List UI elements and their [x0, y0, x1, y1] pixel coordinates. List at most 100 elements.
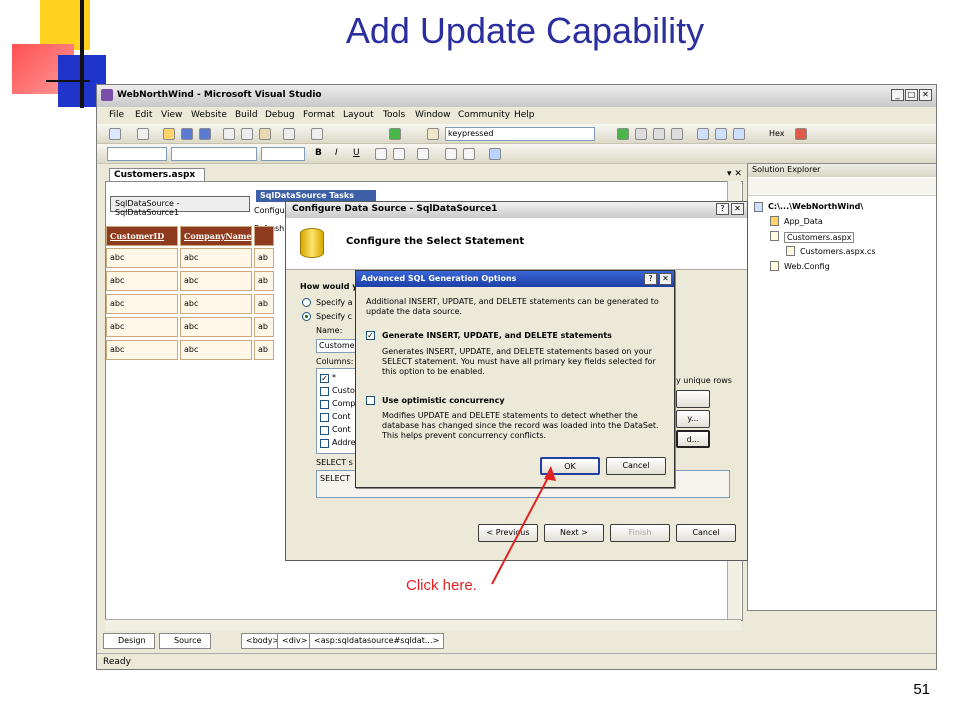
- previous-button[interactable]: < Previous: [478, 524, 538, 542]
- menu-debug[interactable]: Debug: [265, 110, 295, 120]
- page-number: 51: [913, 681, 930, 698]
- order-by-button[interactable]: y...: [676, 410, 710, 428]
- adv-cancel-button[interactable]: Cancel: [606, 457, 666, 475]
- bold-button[interactable]: B: [315, 148, 322, 158]
- column-checkbox[interactable]: [320, 387, 329, 396]
- where-button[interactable]: [676, 390, 710, 408]
- cancel-button[interactable]: Cancel: [676, 524, 736, 542]
- adv-help-button[interactable]: ?: [644, 273, 657, 285]
- generate-statements-checkbox[interactable]: ✓: [366, 331, 375, 340]
- generate-statements-label: Generate INSERT, UPDATE, and DELETE stat…: [382, 331, 612, 340]
- add-item-icon[interactable]: [137, 128, 149, 140]
- sqldatasource-control[interactable]: SqlDataSource - SqlDataSource1: [110, 196, 250, 217]
- menu-build[interactable]: Build: [235, 110, 258, 120]
- column-checkbox[interactable]: [320, 439, 329, 448]
- step-out-icon[interactable]: [733, 128, 745, 140]
- optimistic-concurrency-checkbox[interactable]: [366, 396, 375, 405]
- menu-view[interactable]: View: [161, 110, 182, 120]
- solution-root[interactable]: C:\...\WebNorthWind\: [768, 202, 863, 211]
- save-icon[interactable]: [181, 128, 193, 140]
- tab-source[interactable]: Source: [159, 633, 211, 649]
- step-into-icon[interactable]: [697, 128, 709, 140]
- breakpoint-icon[interactable]: [795, 128, 807, 140]
- cfg-close-button[interactable]: ✕: [731, 203, 744, 215]
- maximize-button[interactable]: □: [905, 89, 918, 101]
- tab-design[interactable]: Design: [103, 633, 155, 649]
- start-debug-icon[interactable]: [389, 128, 401, 140]
- menu-website[interactable]: Website: [191, 110, 227, 120]
- breadcrumb-sqldatasource[interactable]: <asp:sqldatasource#sqldat...>: [309, 633, 445, 649]
- select-statement-text: SELECT: [320, 474, 351, 483]
- cut-icon[interactable]: [223, 128, 235, 140]
- solution-explorer-panel: Solution Explorer C:\...\WebNorthWind\ A…: [747, 163, 936, 611]
- find-icon[interactable]: [427, 128, 439, 140]
- advanced-button[interactable]: d...: [676, 430, 710, 448]
- find-combo[interactable]: keypressed: [445, 127, 595, 141]
- grid-cell: abc: [180, 248, 252, 268]
- stop-icon[interactable]: [653, 128, 665, 140]
- undo-icon[interactable]: [283, 128, 295, 140]
- copy-icon[interactable]: [241, 128, 253, 140]
- menu-format[interactable]: Format: [303, 110, 335, 120]
- pause-icon[interactable]: [635, 128, 647, 140]
- restart-icon[interactable]: [671, 128, 683, 140]
- column-checkbox[interactable]: [320, 413, 329, 422]
- bullets-icon[interactable]: [445, 148, 457, 160]
- radio-specify-c-label: Specify c: [316, 312, 353, 321]
- close-doc-icon[interactable]: ▾ ✕: [727, 169, 742, 179]
- grid-cell: ab: [254, 340, 274, 360]
- finish-button[interactable]: Finish: [610, 524, 670, 542]
- cfg-help-button[interactable]: ?: [716, 203, 729, 215]
- next-button[interactable]: Next >: [544, 524, 604, 542]
- radio-specify-a[interactable]: [302, 298, 311, 307]
- slide-title: Add Update Capability: [345, 10, 705, 51]
- hex-toggle[interactable]: Hex: [769, 129, 785, 138]
- align-icon[interactable]: [417, 148, 429, 160]
- solution-item-app-data[interactable]: App_Data: [784, 217, 823, 226]
- highlight-icon[interactable]: [393, 148, 405, 160]
- column-checkbox[interactable]: [320, 426, 329, 435]
- column-checkbox[interactable]: ✓: [320, 374, 329, 383]
- radio-specify-c[interactable]: [302, 312, 311, 321]
- font-color-icon[interactable]: [375, 148, 387, 160]
- solution-item-customers-aspx-cs[interactable]: Customers.aspx.cs: [800, 247, 876, 256]
- column-checkbox[interactable]: [320, 400, 329, 409]
- style-combo[interactable]: [107, 147, 167, 161]
- grid-cell: ab: [254, 248, 274, 268]
- designer-horizontal-scrollbar[interactable]: [105, 619, 741, 631]
- grid-cell: abc: [106, 271, 178, 291]
- window-title: WebNorthWind - Microsoft Visual Studio: [117, 90, 322, 100]
- open-folder-icon[interactable]: [163, 128, 175, 140]
- close-button[interactable]: ✕: [919, 89, 932, 101]
- menu-tools[interactable]: Tools: [383, 110, 405, 120]
- solution-item-customers-aspx[interactable]: Customers.aspx: [784, 232, 855, 243]
- hyperlink-icon[interactable]: [489, 148, 501, 160]
- redo-icon[interactable]: [311, 128, 323, 140]
- ok-button[interactable]: OK: [540, 457, 600, 475]
- menu-layout[interactable]: Layout: [343, 110, 374, 120]
- underline-button[interactable]: U: [353, 148, 360, 158]
- paste-icon[interactable]: [259, 128, 271, 140]
- tab-customers-aspx[interactable]: Customers.aspx: [109, 168, 205, 182]
- menu-bar: File Edit View Website Build Debug Forma…: [97, 107, 936, 124]
- solution-item-web-config[interactable]: Web.Config: [784, 262, 830, 271]
- numbering-icon[interactable]: [463, 148, 475, 160]
- save-all-icon[interactable]: [199, 128, 211, 140]
- step-over-icon[interactable]: [715, 128, 727, 140]
- columns-label: Columns:: [316, 357, 354, 366]
- menu-help[interactable]: Help: [514, 110, 535, 120]
- menu-community[interactable]: Community: [458, 110, 510, 120]
- standard-toolbar: keypressed Hex: [97, 124, 936, 144]
- menu-file[interactable]: File: [109, 110, 124, 120]
- italic-button[interactable]: I: [335, 148, 338, 158]
- font-name-combo[interactable]: [171, 147, 257, 161]
- menu-window[interactable]: Window: [415, 110, 451, 120]
- web-project-icon: [754, 202, 763, 212]
- adv-close-button[interactable]: ✕: [659, 273, 672, 285]
- font-size-combo[interactable]: [261, 147, 305, 161]
- new-project-icon[interactable]: [109, 128, 121, 140]
- run-icon[interactable]: [617, 128, 629, 140]
- minimize-button[interactable]: _: [891, 89, 904, 101]
- breadcrumb-div[interactable]: <div>: [277, 633, 313, 649]
- menu-edit[interactable]: Edit: [135, 110, 152, 120]
